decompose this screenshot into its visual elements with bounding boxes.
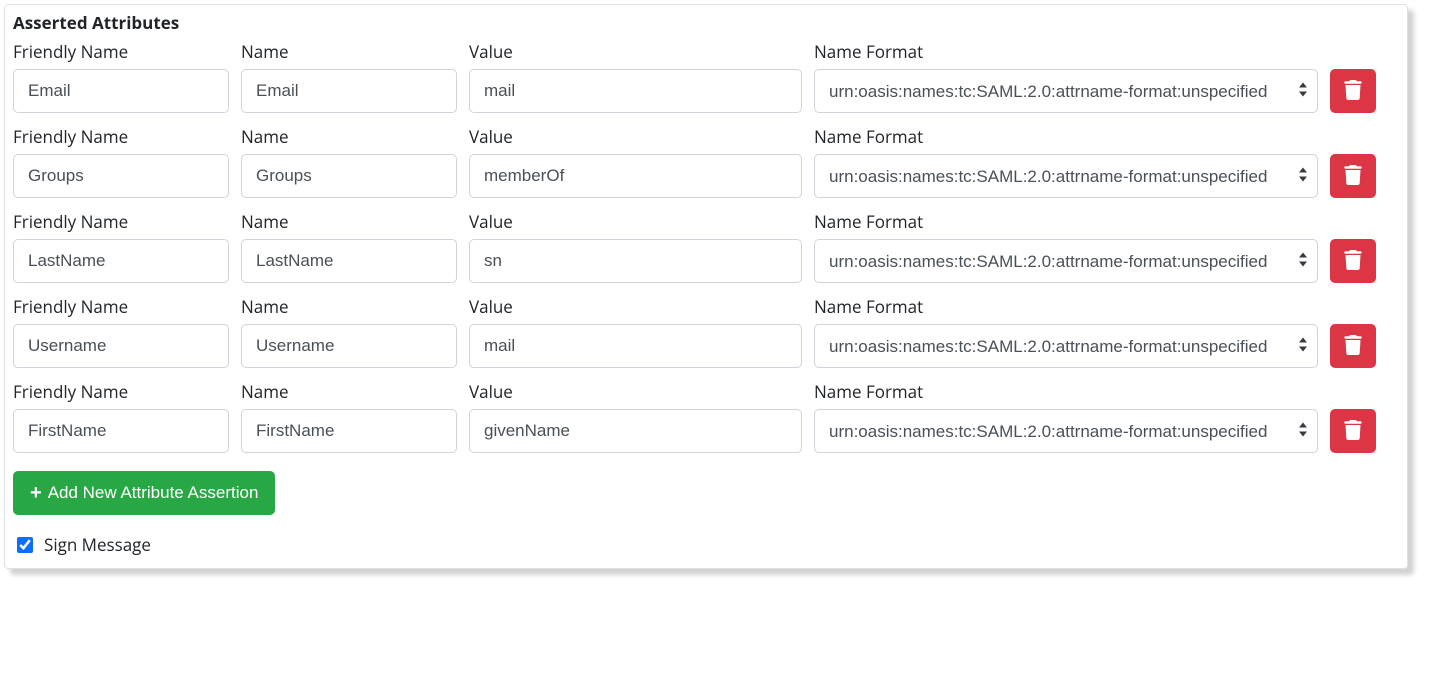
attribute-row: Friendly Name Name Value Name Format urn… (13, 380, 1399, 453)
trash-icon (1344, 80, 1362, 103)
name-label: Name (241, 125, 457, 148)
value-field: Value (469, 125, 802, 198)
trash-icon (1344, 250, 1362, 273)
friendly-name-field: Friendly Name (13, 210, 229, 283)
friendly-name-input[interactable] (13, 239, 229, 283)
delete-attribute-button[interactable] (1330, 69, 1376, 113)
name-format-select[interactable]: urn:oasis:names:tc:SAML:2.0:attrname-for… (814, 409, 1318, 453)
add-attribute-assertion-button[interactable]: + Add New Attribute Assertion (13, 471, 275, 515)
name-input[interactable] (241, 239, 457, 283)
attribute-row: Friendly Name Name Value Name Format urn… (13, 125, 1399, 198)
delete-attribute-button[interactable] (1330, 154, 1376, 198)
delete-attribute-button[interactable] (1330, 409, 1376, 453)
sign-message-row: Sign Message (13, 533, 1399, 556)
name-field: Name (241, 125, 457, 198)
name-input[interactable] (241, 324, 457, 368)
value-label: Value (469, 125, 802, 148)
value-field: Value (469, 40, 802, 113)
trash-icon (1344, 335, 1362, 358)
friendly-name-label: Friendly Name (13, 295, 229, 318)
plus-icon: + (30, 483, 42, 503)
attribute-row: Friendly Name Name Value Name Format urn… (13, 295, 1399, 368)
name-field: Name (241, 295, 457, 368)
friendly-name-input[interactable] (13, 409, 229, 453)
friendly-name-field: Friendly Name (13, 40, 229, 113)
value-field: Value (469, 210, 802, 283)
attribute-rows: Friendly Name Name Value Name Format urn… (13, 40, 1399, 453)
sign-message-label[interactable]: Sign Message (44, 533, 151, 556)
friendly-name-field: Friendly Name (13, 295, 229, 368)
name-format-field: Name Format urn:oasis:names:tc:SAML:2.0:… (814, 295, 1318, 368)
value-input[interactable] (469, 239, 802, 283)
name-input[interactable] (241, 154, 457, 198)
name-format-label: Name Format (814, 295, 1318, 318)
name-label: Name (241, 380, 457, 403)
asserted-attributes-panel: Asserted Attributes Friendly Name Name V… (4, 4, 1408, 569)
name-label: Name (241, 210, 457, 233)
section-title: Asserted Attributes (13, 11, 1399, 34)
attribute-row: Friendly Name Name Value Name Format urn… (13, 40, 1399, 113)
attribute-row: Friendly Name Name Value Name Format urn… (13, 210, 1399, 283)
trash-icon (1344, 420, 1362, 443)
name-format-select[interactable]: urn:oasis:names:tc:SAML:2.0:attrname-for… (814, 239, 1318, 283)
name-format-field: Name Format urn:oasis:names:tc:SAML:2.0:… (814, 40, 1318, 113)
trash-icon (1344, 165, 1362, 188)
name-field: Name (241, 380, 457, 453)
name-format-field: Name Format urn:oasis:names:tc:SAML:2.0:… (814, 125, 1318, 198)
value-input[interactable] (469, 154, 802, 198)
value-field: Value (469, 380, 802, 453)
value-input[interactable] (469, 69, 802, 113)
friendly-name-field: Friendly Name (13, 125, 229, 198)
value-label: Value (469, 40, 802, 63)
name-format-label: Name Format (814, 210, 1318, 233)
name-format-label: Name Format (814, 380, 1318, 403)
friendly-name-label: Friendly Name (13, 40, 229, 63)
name-format-select[interactable]: urn:oasis:names:tc:SAML:2.0:attrname-for… (814, 69, 1318, 113)
friendly-name-field: Friendly Name (13, 380, 229, 453)
sign-message-checkbox[interactable] (17, 537, 33, 553)
name-format-label: Name Format (814, 125, 1318, 148)
friendly-name-label: Friendly Name (13, 210, 229, 233)
name-input[interactable] (241, 409, 457, 453)
name-format-select[interactable]: urn:oasis:names:tc:SAML:2.0:attrname-for… (814, 324, 1318, 368)
name-label: Name (241, 40, 457, 63)
friendly-name-label: Friendly Name (13, 380, 229, 403)
name-format-select[interactable]: urn:oasis:names:tc:SAML:2.0:attrname-for… (814, 154, 1318, 198)
name-field: Name (241, 40, 457, 113)
friendly-name-input[interactable] (13, 154, 229, 198)
value-label: Value (469, 210, 802, 233)
value-input[interactable] (469, 409, 802, 453)
value-label: Value (469, 295, 802, 318)
friendly-name-input[interactable] (13, 69, 229, 113)
name-format-label: Name Format (814, 40, 1318, 63)
delete-attribute-button[interactable] (1330, 324, 1376, 368)
friendly-name-label: Friendly Name (13, 125, 229, 148)
name-input[interactable] (241, 69, 457, 113)
friendly-name-input[interactable] (13, 324, 229, 368)
name-label: Name (241, 295, 457, 318)
value-field: Value (469, 295, 802, 368)
name-format-field: Name Format urn:oasis:names:tc:SAML:2.0:… (814, 380, 1318, 453)
add-button-label: Add New Attribute Assertion (48, 483, 259, 503)
name-format-field: Name Format urn:oasis:names:tc:SAML:2.0:… (814, 210, 1318, 283)
delete-attribute-button[interactable] (1330, 239, 1376, 283)
value-label: Value (469, 380, 802, 403)
value-input[interactable] (469, 324, 802, 368)
name-field: Name (241, 210, 457, 283)
